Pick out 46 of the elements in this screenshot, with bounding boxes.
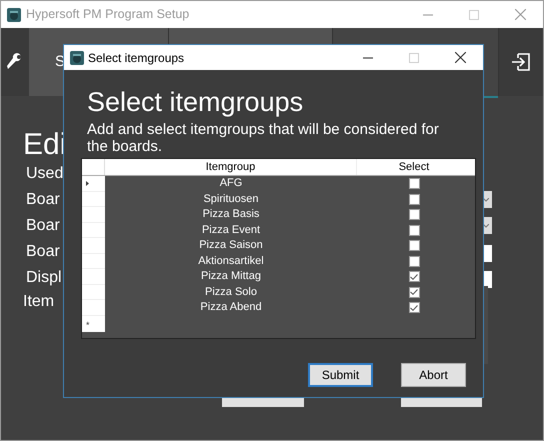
close-icon bbox=[454, 52, 466, 63]
table-cell-text: Spirituosen bbox=[202, 192, 260, 206]
checkmark-icon bbox=[410, 304, 418, 311]
checkbox[interactable] bbox=[408, 286, 420, 298]
dialog-button[interactable]: Submit bbox=[308, 363, 373, 387]
current-row-icon bbox=[86, 180, 89, 186]
checkbox[interactable] bbox=[408, 256, 420, 267]
table-cell-text: Pizza Solo bbox=[204, 284, 258, 300]
table-cell-text: Pizza Abend bbox=[199, 300, 263, 315]
dialog-description: Add and select itemgroups that will be considered for the boards. bbox=[87, 121, 440, 155]
table-cell-text: Pizza Mittag bbox=[200, 269, 262, 284]
field-label: Boar bbox=[26, 218, 60, 234]
table-cell-text: Pizza Basis bbox=[202, 207, 260, 222]
dialog-button[interactable]: Abort bbox=[401, 363, 466, 387]
checkbox[interactable] bbox=[408, 240, 420, 252]
field-label: Displ bbox=[26, 270, 62, 286]
field-label: Boar bbox=[26, 192, 60, 208]
maximize-icon bbox=[409, 52, 419, 62]
column-header[interactable]: Itemgroup bbox=[105, 159, 357, 175]
table-cell-text: Pizza Event bbox=[200, 222, 262, 238]
table-cell-text: Aktionsartikel bbox=[197, 254, 265, 268]
chevron-icon bbox=[482, 198, 488, 202]
checkbox[interactable] bbox=[408, 194, 420, 205]
checkbox[interactable] bbox=[408, 224, 420, 236]
table-cell-text: AFG bbox=[218, 176, 244, 191]
field-label: Item bbox=[23, 294, 54, 310]
column-header[interactable]: Select bbox=[357, 159, 471, 175]
field-label: Used bbox=[26, 166, 64, 182]
app-logo-icon bbox=[7, 8, 21, 22]
checkbox[interactable] bbox=[408, 209, 420, 220]
chevron-icon bbox=[482, 224, 488, 228]
table-cell-text: Pizza Saison bbox=[198, 238, 264, 253]
close-icon bbox=[514, 9, 526, 20]
row-header[interactable] bbox=[82, 176, 105, 192]
field-label: Boar bbox=[26, 244, 60, 260]
maximize-icon bbox=[469, 10, 479, 20]
checkbox[interactable] bbox=[408, 178, 420, 190]
app-logo-icon bbox=[70, 50, 84, 64]
checkbox[interactable] bbox=[408, 302, 420, 314]
checkmark-icon bbox=[410, 289, 418, 296]
checkmark-icon bbox=[410, 274, 418, 280]
window-title: Hypersoft PM Program Setup bbox=[26, 6, 190, 24]
dialog-title: Select itemgroups bbox=[88, 50, 184, 66]
dialog-heading: Select itemgroups bbox=[87, 89, 304, 116]
row-header[interactable]: * bbox=[82, 316, 105, 332]
checkbox[interactable] bbox=[408, 271, 420, 282]
